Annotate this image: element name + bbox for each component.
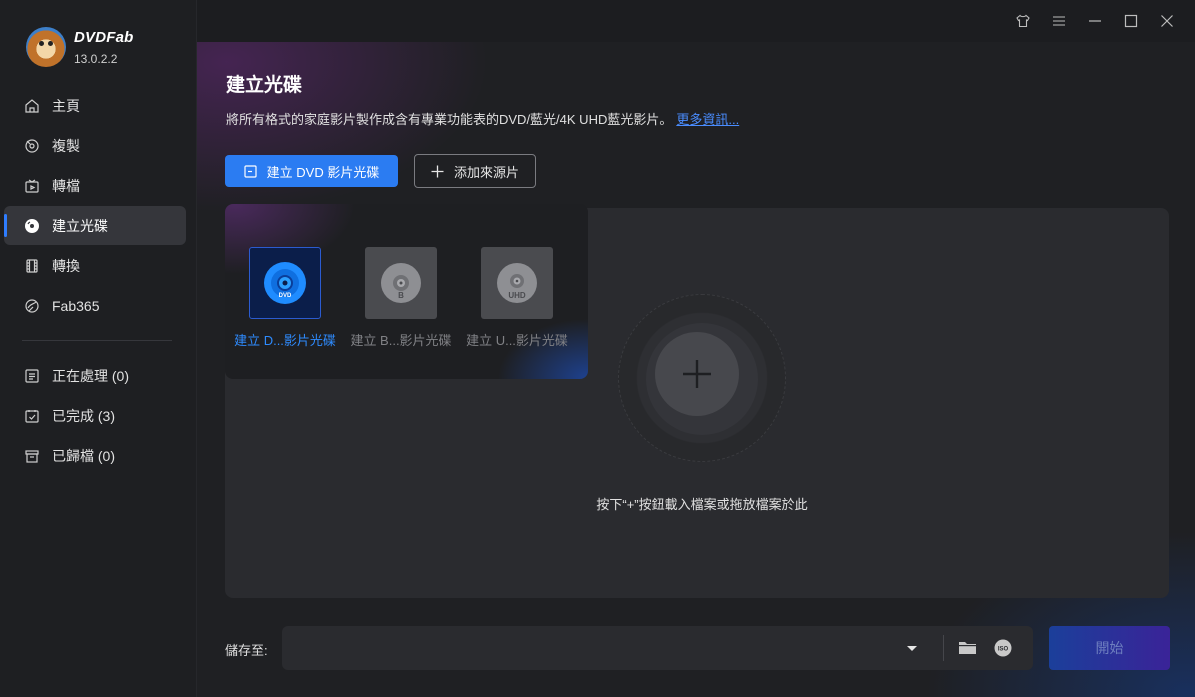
home-icon bbox=[25, 98, 39, 113]
save-to-dropdown[interactable]: ISO bbox=[282, 626, 1033, 670]
sidebar-item-label: 主頁 bbox=[52, 97, 80, 114]
sidebar-item-label: 正在處理 (0) bbox=[52, 367, 129, 384]
folder-icon[interactable] bbox=[958, 639, 977, 656]
maximize-icon bbox=[1124, 14, 1138, 28]
close-icon bbox=[1161, 15, 1173, 27]
bluray-disc-icon: B bbox=[381, 263, 421, 303]
menu-icon bbox=[1053, 16, 1065, 26]
app-version: 13.0.2.2 bbox=[74, 51, 118, 66]
disc-icon bbox=[25, 218, 39, 233]
create-dvd-button[interactable]: 建立 DVD 影片光碟 bbox=[225, 155, 398, 187]
task-nav: 正在處理 (0) 已完成 (3) 已歸檔 (0) bbox=[4, 356, 186, 476]
minimize-button[interactable] bbox=[1077, 10, 1113, 32]
iso-icon[interactable]: ISO bbox=[994, 639, 1012, 657]
sidebar-item-ripper[interactable]: 轉檔 bbox=[4, 166, 186, 205]
save-divider bbox=[943, 635, 944, 661]
create-disc-icon bbox=[244, 164, 257, 178]
shirt-icon bbox=[1016, 14, 1030, 28]
sidebar-item-label: 轉檔 bbox=[52, 177, 80, 194]
create-dvd-button-label: 建立 DVD 影片光碟 bbox=[266, 164, 380, 180]
sidebar-item-label: 建立光碟 bbox=[52, 217, 108, 234]
sidebar-item-label: 已歸檔 (0) bbox=[52, 447, 115, 464]
plus-icon bbox=[431, 165, 444, 177]
processing-icon bbox=[25, 368, 39, 383]
svg-text:B: B bbox=[398, 291, 404, 300]
add-source-button[interactable]: 添加來源片 bbox=[414, 154, 536, 188]
chevron-down-icon[interactable] bbox=[905, 641, 919, 655]
ripper-icon bbox=[25, 179, 39, 193]
svg-text:DVD: DVD bbox=[279, 293, 292, 299]
disc-type-dvd[interactable]: DVD 建立 D...影片光碟 bbox=[227, 247, 343, 349]
sidebar-item-label: 已完成 (3) bbox=[52, 407, 115, 424]
sidebar-item-completed[interactable]: 已完成 (3) bbox=[4, 396, 186, 435]
sidebar-item-converter[interactable]: 轉換 bbox=[4, 246, 186, 285]
sidebar-item-label: 複製 bbox=[52, 137, 80, 154]
sidebar-item-creator[interactable]: 建立光碟 bbox=[4, 206, 186, 245]
sidebar-item-processing[interactable]: 正在處理 (0) bbox=[4, 356, 186, 395]
save-to-label: 儲存至: bbox=[225, 643, 268, 658]
page-description: 將所有格式的家庭影片製作成含有專業功能表的DVD/藍光/4K UHD藍光影片。更… bbox=[226, 109, 739, 128]
sidebar-item-home[interactable]: 主頁 bbox=[4, 86, 186, 125]
brand: DVDFab 13.0.2.2 bbox=[26, 27, 134, 67]
svg-text:ISO: ISO bbox=[998, 647, 1009, 653]
main-nav: 主頁 複製 轉檔 建立光碟 轉換 Fab365 bbox=[4, 86, 186, 326]
film-icon bbox=[26, 258, 38, 273]
copy-icon bbox=[25, 138, 39, 153]
disc-type-thumb: B bbox=[365, 247, 437, 319]
more-info-link[interactable]: 更多資訊... bbox=[676, 112, 739, 127]
disc-type-uhd[interactable]: UHD 建立 U...影片光碟 bbox=[459, 247, 575, 349]
add-source-button-label: 添加來源片 bbox=[453, 164, 519, 180]
page-title: 建立光碟 bbox=[226, 75, 303, 96]
skin-button[interactable] bbox=[1005, 10, 1041, 32]
disc-type-label: 建立 D...影片光碟 bbox=[234, 333, 336, 348]
disc-type-thumb: UHD bbox=[481, 247, 553, 319]
app-name: DVDFab bbox=[74, 28, 134, 46]
disc-type-panel: DVD 建立 D...影片光碟 B 建立 B...影片光碟 UHD 建立 U..… bbox=[225, 204, 588, 379]
completed-icon bbox=[25, 409, 39, 423]
sidebar-item-copy[interactable]: 複製 bbox=[4, 126, 186, 165]
close-button[interactable] bbox=[1149, 10, 1185, 32]
disc-type-bluray[interactable]: B 建立 B...影片光碟 bbox=[343, 247, 459, 349]
sidebar-item-archived[interactable]: 已歸檔 (0) bbox=[4, 436, 186, 475]
disc-type-thumb: DVD bbox=[249, 247, 321, 319]
dvdfab-logo-icon bbox=[26, 27, 66, 67]
add-plus-icon bbox=[683, 360, 711, 388]
archive-icon bbox=[25, 449, 39, 463]
uhd-disc-icon: UHD bbox=[497, 263, 537, 303]
sidebar-item-label: 轉換 bbox=[52, 257, 80, 274]
drop-hint-text: 按下“+”按鈕載入檔案或拖放檔案於此 bbox=[596, 497, 808, 512]
title-bar bbox=[197, 0, 1195, 42]
main-panel: 建立光碟 將所有格式的家庭影片製作成含有專業功能表的DVD/藍光/4K UHD藍… bbox=[197, 42, 1195, 697]
description-text: 將所有格式的家庭影片製作成含有專業功能表的DVD/藍光/4K UHD藍光影片。 bbox=[226, 112, 673, 127]
fab365-icon bbox=[25, 298, 39, 313]
svg-text:UHD: UHD bbox=[508, 291, 526, 300]
disc-type-label: 建立 B...影片光碟 bbox=[350, 333, 452, 348]
menu-button[interactable] bbox=[1041, 10, 1077, 32]
add-file-button[interactable] bbox=[655, 332, 739, 416]
sidebar-item-fab365[interactable]: Fab365 bbox=[4, 286, 186, 325]
disc-type-label: 建立 U...影片光碟 bbox=[466, 333, 568, 348]
sidebar-divider bbox=[22, 340, 172, 341]
maximize-button[interactable] bbox=[1113, 10, 1149, 32]
start-button[interactable]: 開始 bbox=[1049, 626, 1170, 670]
dvd-disc-icon: DVD bbox=[264, 262, 306, 304]
sidebar: DVDFab 13.0.2.2 主頁 複製 轉檔 建立光碟 轉換 Fab365 bbox=[0, 0, 197, 697]
minimize-icon bbox=[1089, 20, 1101, 22]
sidebar-item-label: Fab365 bbox=[52, 297, 100, 314]
